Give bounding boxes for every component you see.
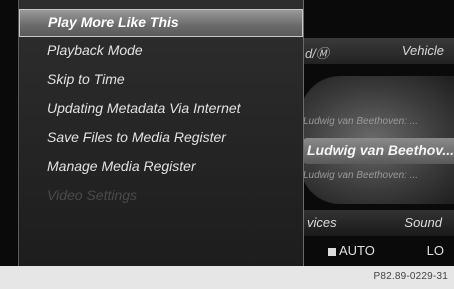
- head-unit-screen: d/Ⓜ Vehicle Ludwig van Beethoven: ... Lu…: [0, 0, 454, 266]
- sound-button[interactable]: Sound: [404, 215, 442, 230]
- menu-item-label: Playback Mode: [47, 42, 143, 58]
- menu-item-label: Save Files to Media Register: [47, 129, 226, 145]
- menu-item-label: Updating Metadata Via Internet: [47, 100, 241, 116]
- figure-code: P82.89-0229-31: [373, 271, 448, 282]
- menu-item-label: Manage Media Register: [47, 158, 196, 174]
- menu-item-manage-media-register[interactable]: Manage Media Register: [19, 154, 303, 182]
- track-list-item[interactable]: Ludwig van Beethoven: ...: [303, 116, 418, 127]
- menu-item-label: Play More Like This: [48, 14, 179, 30]
- menu-item-label: Video Settings: [47, 187, 138, 203]
- tab-media[interactable]: d/Ⓜ: [305, 43, 329, 62]
- services-button[interactable]: vices: [307, 215, 337, 230]
- climate-level: LO: [426, 243, 444, 258]
- track-list-item-selected[interactable]: Ludwig van Beethov...: [303, 138, 454, 164]
- menu-item-label: Skip to Time: [47, 71, 125, 87]
- menu-item-skip-to-time[interactable]: Skip to Time: [19, 67, 303, 95]
- menu-item-save-files[interactable]: Save Files to Media Register: [19, 125, 303, 153]
- track-list-item[interactable]: Ludwig van Beethoven: ...: [303, 170, 418, 181]
- menu-item-playback-mode[interactable]: Playback Mode: [19, 38, 303, 66]
- menu-item-video-settings: Video Settings: [19, 183, 303, 211]
- climate-auto-icon: [328, 248, 336, 256]
- background-media-screen: d/Ⓜ Vehicle Ludwig van Beethoven: ... Lu…: [295, 0, 454, 266]
- tab-vehicle[interactable]: Vehicle: [402, 43, 444, 58]
- menu-item-updating-metadata[interactable]: Updating Metadata Via Internet: [19, 96, 303, 124]
- options-menu: Play More Like This Playback Mode Skip t…: [18, 0, 304, 266]
- climate-mode: AUTO: [339, 243, 375, 258]
- figure-footer: P82.89-0229-31: [0, 266, 454, 289]
- menu-item-play-more-like-this[interactable]: Play More Like This: [19, 9, 303, 37]
- track-list-item-label: Ludwig van Beethov...: [307, 142, 454, 158]
